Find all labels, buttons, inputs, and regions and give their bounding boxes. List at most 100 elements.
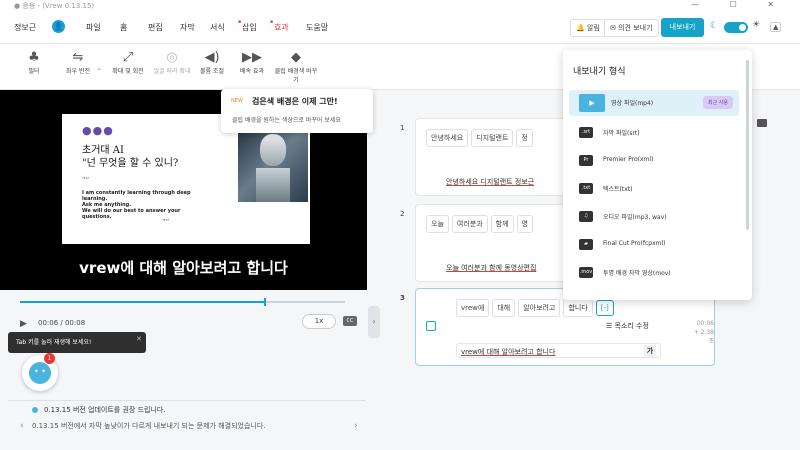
menu-item-help[interactable]: 도움말	[306, 22, 328, 33]
export-txt-option[interactable]: .txt 텍스트(txt)	[569, 178, 739, 200]
subtitle-icon[interactable]: CC	[343, 316, 357, 326]
option-label: 영상 파일(mp4)	[611, 100, 654, 107]
word-chip[interactable]: 여러분과	[451, 215, 488, 233]
subtitle-input-text: vrew에 대해 알아보려고 합니다	[461, 348, 556, 356]
slide-body: I am constantly learning through deep le…	[82, 190, 191, 220]
face-zoom-tool[interactable]: ◎ 얼굴 따라 확대	[150, 50, 194, 75]
word-chip[interactable]: 안녕하세요	[426, 129, 469, 147]
notice-title: 0.13.15 버전 업데이트를 권장 드립니다.	[44, 406, 166, 414]
word-chip[interactable]: vrew에	[456, 299, 490, 317]
player-controls: ▶ 00:06 / 00:08 1x CC Tab 키를 눌러 재생해 보세요!…	[0, 290, 367, 448]
user-icon[interactable]: 👤	[52, 20, 65, 33]
option-label: Premier Pro(xml)	[603, 156, 654, 163]
subtitle-input[interactable]: vrew에 대해 알아보려고 합니다	[456, 343, 661, 358]
tooltip-text: Tab 키를 눌러 재생해 보세요!	[16, 339, 92, 346]
clip-bg-tool[interactable]: ◆ 클립 배경색 바꾸기	[274, 50, 318, 84]
paint-bucket-icon: ◆	[291, 50, 301, 65]
menu-item-insert[interactable]: 삽입	[237, 18, 257, 33]
window-controls[interactable]: — ☐ ✕	[691, 0, 788, 9]
notification-badge: 1	[44, 353, 55, 364]
chevron-down-icon[interactable]: ⌄	[96, 64, 102, 72]
export-mov-option[interactable]: .mov 투명 배경 자막 영상(mov)	[569, 262, 739, 284]
font-style-button[interactable]: 가	[644, 345, 656, 357]
info-icon	[32, 407, 38, 413]
theme-toggle[interactable]	[724, 22, 748, 33]
alarm-button[interactable]: 🔔 알림	[570, 19, 606, 37]
silence-chip[interactable]: [-]	[595, 300, 614, 316]
export-fcp-option[interactable]: ▰ Final Cut Pro(fcpxml)	[569, 234, 739, 256]
progress-bar[interactable]	[20, 298, 345, 306]
feedback-button[interactable]: ✉ 의견 보내기	[604, 19, 659, 37]
export-audio-option[interactable]: ♫ 오디오 파일(mp3, wav)	[569, 206, 739, 228]
panel-collapse-handle[interactable]: ›	[368, 306, 380, 338]
menu-item-format[interactable]: 서식	[210, 22, 225, 33]
option-label: 투명 배경 자막 영상(mov)	[603, 270, 671, 277]
tool-label: 확대 및 회전	[112, 68, 144, 75]
word-chip[interactable]: 디지털랜트	[471, 129, 514, 147]
export-format-dropdown: 내보내기 형식 ▶ 영상 파일(mp4) 최근 사용 .srt 자막 파일(srt) …	[563, 50, 752, 300]
menu-item-user[interactable]: 정보근	[14, 22, 36, 33]
speed-button[interactable]: 1x	[302, 314, 336, 329]
export-button[interactable]: 내보내기	[661, 18, 704, 37]
menu-item-effect[interactable]: 효과	[269, 18, 289, 33]
progress-knob[interactable]	[263, 298, 266, 306]
word-chip[interactable]: 정	[516, 129, 533, 147]
menu-item-subtitle[interactable]: 자막	[180, 22, 195, 33]
zoom-rotate-tool[interactable]: ⤢ 확대 및 회전	[106, 50, 150, 75]
collapse-ribbon-icon[interactable]: ▲	[770, 22, 782, 32]
clip-subtitle-text[interactable]: 오늘 여러분과 함께 동영상편집	[446, 263, 536, 273]
menu-item-file[interactable]: 파일	[86, 22, 101, 33]
recent-badge: 최근 사용	[703, 96, 733, 109]
chatbot-button[interactable]: • • 1	[22, 353, 58, 391]
export-srt-option[interactable]: .srt 자막 파일(srt)	[569, 122, 739, 144]
slide-dots: ●●●	[82, 124, 114, 137]
zoom-rotate-icon: ⤢	[122, 50, 134, 65]
word-chip[interactable]: 알아보려고	[518, 299, 561, 317]
option-label: 텍스트(txt)	[603, 186, 633, 193]
clip-subtitle-text[interactable]: 안녕하세요 디지털랜트 정보근	[446, 177, 534, 187]
chevron-right-icon[interactable]: ›	[354, 421, 358, 431]
play-icon[interactable]: ▶	[20, 319, 27, 329]
clip-time-delta: + 2.38초	[693, 329, 714, 345]
mov-file-icon: .mov	[579, 267, 593, 278]
tool-label: 얼굴 따라 확대	[153, 68, 191, 75]
word-chip[interactable]: 대해	[492, 299, 516, 317]
scrollbar[interactable]	[746, 60, 749, 230]
image-icon[interactable]	[757, 119, 767, 127]
volume-tool[interactable]: ◀) 볼륨 조절	[190, 50, 234, 75]
tool-label: 볼륨 조절	[200, 68, 224, 75]
voice-edit-button[interactable]: ☰ 목소리 수정	[606, 321, 649, 331]
word-chip[interactable]: 합니다	[563, 299, 593, 317]
word-chip[interactable]: 오늘	[426, 215, 449, 233]
timecode: 00:06 / 00:08	[38, 319, 86, 327]
close-icon[interactable]: ✕	[136, 329, 142, 350]
tip-description: 클립 배경을 원하는 색상으로 바꾸어 보세요	[232, 117, 341, 124]
flip-tool[interactable]: ⇋ 좌우 반전	[56, 50, 100, 75]
chevron-left-icon[interactable]: ‹	[20, 421, 24, 431]
audio-file-icon: ♫	[579, 211, 593, 222]
play-tooltip: Tab 키를 눌러 재생해 보세요! ✕	[8, 332, 146, 353]
speed-tool[interactable]: ▶▶ 배속 효과	[230, 50, 274, 75]
chatbot-icon: • •	[29, 362, 51, 384]
word-chip[interactable]: 영	[516, 215, 533, 233]
feature-tip-popup: NEW 검은색 배경은 이제 그만! 클립 배경을 원하는 색상으로 바꾸어 보…	[221, 89, 373, 133]
menu-item-home[interactable]: 홈	[120, 22, 127, 33]
export-mp4-option[interactable]: ▶ 영상 파일(mp4) 최근 사용	[569, 90, 739, 116]
progress-fill	[20, 301, 264, 303]
menu-item-edit[interactable]: 편집	[148, 22, 163, 33]
word-chip[interactable]: 함께	[490, 215, 514, 233]
clip-number: 2	[400, 210, 405, 218]
sun-icon: ☀	[752, 20, 761, 30]
word-chips: 안녕하세요 디지털랜트 정	[426, 129, 536, 147]
flip-icon: ⇋	[72, 50, 84, 65]
face-zoom-icon: ◎	[166, 50, 178, 65]
update-notice: 0.13.15 버전 업데이트를 권장 드립니다. ‹ 0.13.15 버전에서…	[8, 400, 366, 438]
video-file-icon: ▶	[579, 94, 605, 112]
window-title: ● 응용 - (Vrew 0.13.15)	[14, 2, 95, 10]
srt-file-icon: .srt	[579, 127, 593, 138]
premiere-icon: Pr	[579, 155, 593, 166]
clip-checkbox[interactable]	[426, 321, 436, 331]
filter-tool[interactable]: ♣ 필터	[12, 50, 56, 75]
export-premier-option[interactable]: Pr Premier Pro(xml)	[569, 150, 739, 172]
quote-close: ””	[162, 218, 170, 226]
